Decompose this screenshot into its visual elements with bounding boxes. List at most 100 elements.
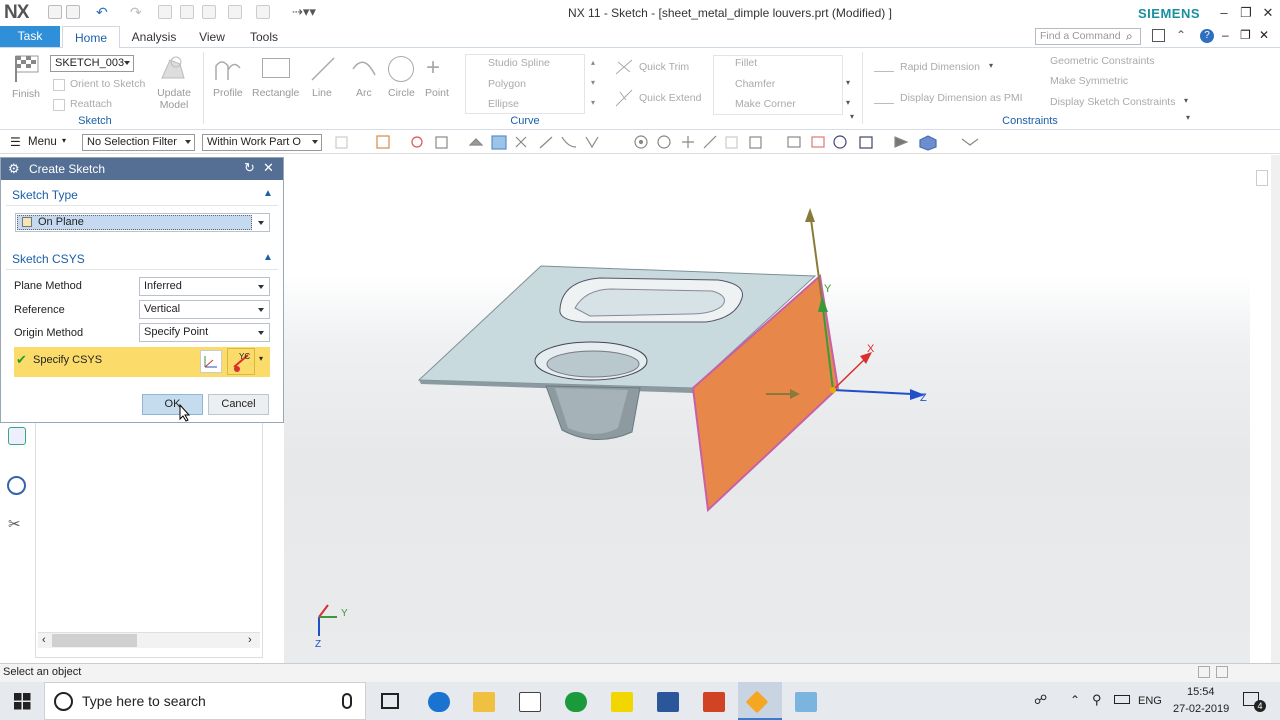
corner-gallery-more-icon[interactable]: ▾: [846, 98, 850, 107]
window-icon[interactable]: [256, 5, 270, 19]
menu-dropdown-icon[interactable]: ▾: [62, 136, 66, 145]
constraints-dropdown-icon[interactable]: ▾: [1184, 96, 1188, 105]
finish-button[interactable]: Finish: [12, 88, 40, 100]
tab-tools[interactable]: Tools: [244, 26, 284, 48]
tray-expand-icon[interactable]: ⌃: [1070, 693, 1080, 707]
sketch-type-select[interactable]: On Plane: [15, 213, 270, 232]
cancel-button[interactable]: Cancel: [208, 394, 269, 415]
gallery-up-icon[interactable]: ▴: [591, 58, 595, 67]
sketch-csys-header[interactable]: Sketch CSYS: [12, 252, 85, 266]
history-icon[interactable]: [7, 476, 26, 495]
arc-button[interactable]: Arc: [356, 87, 372, 99]
geometric-constraints-button[interactable]: Geometric Constraints: [1050, 55, 1154, 67]
powerpoint-icon[interactable]: [703, 692, 725, 712]
copy-icon[interactable]: [180, 5, 194, 19]
status-icon-1[interactable]: [1198, 666, 1210, 678]
quick-trim-button[interactable]: Quick Trim: [639, 61, 689, 73]
reattach-button[interactable]: Reattach: [70, 98, 112, 110]
ellipse-button[interactable]: Ellipse: [488, 98, 519, 110]
sketch-name-select[interactable]: SKETCH_003: [50, 55, 134, 72]
redo-icon[interactable]: ↷: [130, 4, 142, 21]
tab-view[interactable]: View: [192, 26, 232, 48]
paste-icon[interactable]: [202, 5, 216, 19]
close-dialog-icon[interactable]: ✕: [263, 160, 274, 176]
tab-task[interactable]: Task: [0, 26, 60, 47]
circle-button[interactable]: Circle: [388, 87, 415, 99]
clock-time[interactable]: 15:54: [1187, 686, 1215, 698]
collapse-csys-icon[interactable]: ▲: [263, 252, 273, 263]
save-icon[interactable]: [66, 5, 80, 19]
collapse-ribbon-icon[interactable]: ⌃: [1176, 28, 1186, 42]
undo-icon[interactable]: ↶: [96, 4, 108, 21]
rapid-dimension-dropdown-icon[interactable]: ▾: [989, 61, 993, 70]
edge-icon[interactable]: [428, 692, 450, 712]
restore-icon[interactable]: ❐: [1236, 4, 1256, 22]
origin-method-select[interactable]: Specify Point: [139, 323, 270, 342]
tab-analysis[interactable]: Analysis: [128, 26, 180, 48]
point-button[interactable]: Point: [425, 87, 449, 99]
status-icon-2[interactable]: [1216, 666, 1228, 678]
sketch-type-header[interactable]: Sketch Type: [12, 188, 78, 202]
input-language[interactable]: ENG: [1138, 695, 1162, 707]
file-explorer-icon[interactable]: [473, 692, 495, 712]
reference-select[interactable]: Vertical: [139, 300, 270, 319]
ribbon-minimize-icon[interactable]: –: [1222, 28, 1229, 42]
store-icon[interactable]: [519, 692, 541, 712]
inferred-csys-icon[interactable]: YC: [227, 348, 255, 375]
tab-home[interactable]: Home: [62, 26, 120, 48]
ok-button[interactable]: OK: [142, 394, 203, 415]
collapse-sketch-type-icon[interactable]: ▲: [263, 188, 273, 199]
network-icon[interactable]: ⚲: [1092, 692, 1102, 708]
display-sketch-constraints-button[interactable]: Display Sketch Constraints: [1050, 96, 1175, 108]
polygon-button[interactable]: Polygon: [488, 78, 526, 90]
curve-group-menu-icon[interactable]: ▾: [850, 112, 854, 121]
gallery-down-icon[interactable]: ▾: [591, 78, 595, 87]
rapid-dimension-button[interactable]: Rapid Dimension: [900, 61, 980, 73]
scrollbar-thumb[interactable]: [52, 634, 137, 647]
part-navigator-icon[interactable]: [8, 427, 26, 445]
touch-mode-icon[interactable]: ⇢▾▾: [292, 4, 316, 20]
csys-dropdown-icon[interactable]: ▾: [259, 354, 263, 363]
search-icon[interactable]: ⌕: [1126, 29, 1133, 44]
windows-start-icon[interactable]: [14, 693, 31, 713]
orient-to-sketch-button[interactable]: Orient to Sketch: [70, 78, 145, 90]
corner-gallery-down-icon[interactable]: ▾: [846, 78, 850, 87]
quick-extend-button[interactable]: Quick Extend: [639, 92, 701, 104]
new-icon[interactable]: [48, 5, 62, 19]
make-symmetric-button[interactable]: Make Symmetric: [1050, 75, 1128, 87]
people-icon[interactable]: ☍: [1034, 692, 1047, 708]
update-model-button[interactable]: Update Model: [152, 87, 196, 111]
whatsapp-icon[interactable]: [565, 692, 587, 712]
chamfer-button[interactable]: Chamfer: [735, 78, 775, 90]
ribbon-more-icon[interactable]: ▾: [1186, 113, 1190, 122]
side-panel-icon[interactable]: [1256, 170, 1268, 186]
clock-date[interactable]: 27-02-2019: [1173, 703, 1229, 715]
selection-filter-select[interactable]: No Selection Filter: [82, 134, 195, 151]
display-dimension-pmi-button[interactable]: Display Dimension as PMI: [900, 92, 1023, 104]
word-icon[interactable]: [657, 692, 679, 712]
scroll-right-icon[interactable]: ›: [248, 634, 252, 646]
make-corner-button[interactable]: Make Corner: [735, 98, 796, 110]
battery-icon[interactable]: [1114, 695, 1130, 704]
minimize-icon[interactable]: –: [1214, 4, 1234, 22]
studio-spline-button[interactable]: Studio Spline: [488, 57, 550, 69]
ribbon-restore-icon[interactable]: ❐: [1240, 28, 1251, 42]
app-icon[interactable]: [795, 692, 817, 712]
gallery-more-icon[interactable]: ▾: [591, 98, 595, 107]
cut-icon[interactable]: [158, 5, 172, 19]
rectangle-button[interactable]: Rectangle: [252, 87, 299, 99]
sticky-notes-icon[interactable]: [611, 692, 633, 712]
fillet-button[interactable]: Fillet: [735, 57, 757, 69]
graphics-window[interactable]: Y Z X Z Y Z: [284, 155, 1250, 663]
repeat-command-icon[interactable]: [228, 5, 242, 19]
menu-button[interactable]: Menu: [28, 136, 57, 148]
task-view-icon[interactable]: [381, 693, 399, 709]
line-button[interactable]: Line: [312, 87, 332, 99]
reset-icon[interactable]: ↻: [244, 160, 255, 176]
profile-button[interactable]: Profile: [213, 87, 243, 99]
help-icon[interactable]: ?: [1200, 29, 1214, 43]
scroll-left-icon[interactable]: ‹: [42, 634, 46, 646]
roles-icon[interactable]: ✂: [8, 515, 21, 533]
close-icon[interactable]: ✕: [1258, 4, 1278, 22]
ribbon-close-icon[interactable]: ✕: [1259, 28, 1269, 42]
